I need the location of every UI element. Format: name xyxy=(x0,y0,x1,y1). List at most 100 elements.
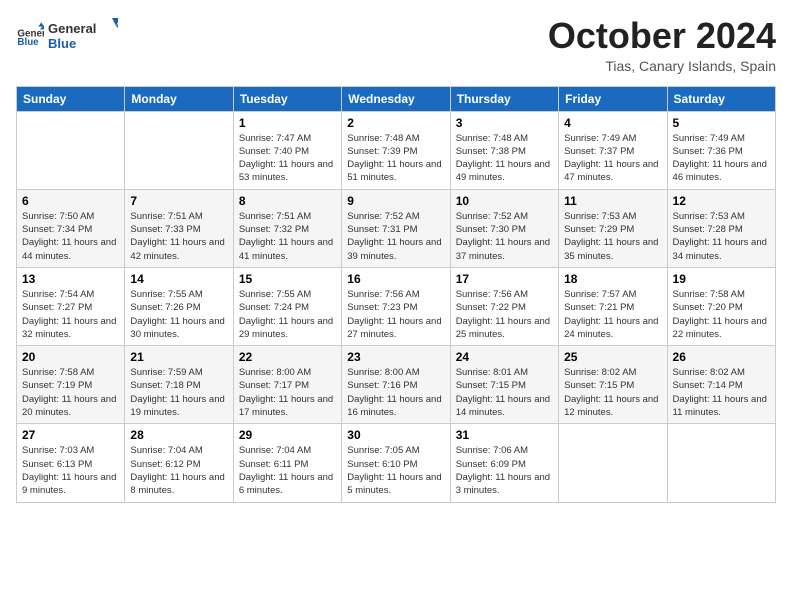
day-number: 5 xyxy=(673,116,770,130)
day-cell: 6Sunrise: 7:50 AMSunset: 7:34 PMDaylight… xyxy=(17,189,125,267)
logo-icon: General Blue xyxy=(16,21,44,49)
day-number: 19 xyxy=(673,272,770,286)
col-monday: Monday xyxy=(125,86,233,111)
day-cell xyxy=(559,424,667,502)
day-cell: 31 Sunrise: 7:06 AMSunset: 6:09 PMDayligh… xyxy=(450,424,558,502)
day-cell: 15 Sunrise: 7:55 AMSunset: 7:24 PMDayligh… xyxy=(233,267,341,345)
day-info: Sunrise: 7:04 AMSunset: 6:12 PMDaylight:… xyxy=(130,444,227,497)
week-row-3: 13 Sunrise: 7:54 AMSunset: 7:27 PMDayligh… xyxy=(17,267,776,345)
day-cell: 16 Sunrise: 7:56 AMSunset: 7:23 PMDayligh… xyxy=(342,267,450,345)
day-info: Sunrise: 7:52 AMSunset: 7:31 PMDaylight:… xyxy=(347,210,444,263)
day-info: Sunrise: 7:47 AMSunset: 7:40 PMDaylight:… xyxy=(239,132,336,185)
col-saturday: Saturday xyxy=(667,86,775,111)
day-number: 22 xyxy=(239,350,336,364)
day-cell: 12 Sunrise: 7:53 AMSunset: 7:28 PMDayligh… xyxy=(667,189,775,267)
day-cell: 7 Sunrise: 7:51 AMSunset: 7:33 PMDaylight… xyxy=(125,189,233,267)
day-number: 21 xyxy=(130,350,227,364)
day-cell xyxy=(667,424,775,502)
day-info: Sunrise: 8:01 AMSunset: 7:15 PMDaylight:… xyxy=(456,366,553,419)
col-friday: Friday xyxy=(559,86,667,111)
title-block: October 2024 Tias, Canary Islands, Spain xyxy=(548,16,776,74)
week-row-1: 1 Sunrise: 7:47 AMSunset: 7:40 PMDaylight… xyxy=(17,111,776,189)
day-number: 9 xyxy=(347,194,444,208)
day-info: Sunrise: 8:00 AMSunset: 7:16 PMDaylight:… xyxy=(347,366,444,419)
day-number: 28 xyxy=(130,428,227,442)
day-info: Sunrise: 7:48 AMSunset: 7:38 PMDaylight:… xyxy=(456,132,553,185)
day-cell: 27Sunrise: 7:03 AMSunset: 6:13 PMDayligh… xyxy=(17,424,125,502)
day-number: 11 xyxy=(564,194,661,208)
day-cell: 22 Sunrise: 8:00 AMSunset: 7:17 PMDayligh… xyxy=(233,346,341,424)
day-info: Sunrise: 7:04 AMSunset: 6:11 PMDaylight:… xyxy=(239,444,336,497)
day-cell: 24Sunrise: 8:01 AMSunset: 7:15 PMDayligh… xyxy=(450,346,558,424)
day-info: Sunrise: 8:00 AMSunset: 7:17 PMDaylight:… xyxy=(239,366,336,419)
day-cell: 20 Sunrise: 7:58 AMSunset: 7:19 PMDayligh… xyxy=(17,346,125,424)
day-cell: 14Sunrise: 7:55 AMSunset: 7:26 PMDayligh… xyxy=(125,267,233,345)
day-info: Sunrise: 7:57 AMSunset: 7:21 PMDaylight:… xyxy=(564,288,661,341)
day-number: 27 xyxy=(22,428,119,442)
day-info: Sunrise: 7:53 AMSunset: 7:29 PMDaylight:… xyxy=(564,210,661,263)
day-cell: 19 Sunrise: 7:58 AMSunset: 7:20 PMDayligh… xyxy=(667,267,775,345)
week-row-5: 27Sunrise: 7:03 AMSunset: 6:13 PMDayligh… xyxy=(17,424,776,502)
day-info: Sunrise: 7:51 AMSunset: 7:32 PMDaylight:… xyxy=(239,210,336,263)
day-number: 29 xyxy=(239,428,336,442)
svg-text:Blue: Blue xyxy=(48,36,76,51)
day-number: 20 xyxy=(22,350,119,364)
day-cell: 1 Sunrise: 7:47 AMSunset: 7:40 PMDaylight… xyxy=(233,111,341,189)
day-number: 3 xyxy=(456,116,553,130)
day-number: 10 xyxy=(456,194,553,208)
day-number: 17 xyxy=(456,272,553,286)
day-info: Sunrise: 7:53 AMSunset: 7:28 PMDaylight:… xyxy=(673,210,770,263)
day-info: Sunrise: 7:51 AMSunset: 7:33 PMDaylight:… xyxy=(130,210,227,263)
day-info: Sunrise: 7:05 AMSunset: 6:10 PMDaylight:… xyxy=(347,444,444,497)
day-cell xyxy=(17,111,125,189)
day-number: 16 xyxy=(347,272,444,286)
day-number: 4 xyxy=(564,116,661,130)
day-info: Sunrise: 7:54 AMSunset: 7:27 PMDaylight:… xyxy=(22,288,119,341)
day-info: Sunrise: 7:58 AMSunset: 7:20 PMDaylight:… xyxy=(673,288,770,341)
day-number: 18 xyxy=(564,272,661,286)
day-info: Sunrise: 7:59 AMSunset: 7:18 PMDaylight:… xyxy=(130,366,227,419)
day-info: Sunrise: 7:56 AMSunset: 7:22 PMDaylight:… xyxy=(456,288,553,341)
day-info: Sunrise: 8:02 AMSunset: 7:15 PMDaylight:… xyxy=(564,366,661,419)
day-info: Sunrise: 7:58 AMSunset: 7:19 PMDaylight:… xyxy=(22,366,119,419)
calendar-header-row: Sunday Monday Tuesday Wednesday Thursday… xyxy=(17,86,776,111)
day-number: 15 xyxy=(239,272,336,286)
day-cell: 26Sunrise: 8:02 AMSunset: 7:14 PMDayligh… xyxy=(667,346,775,424)
month-title: October 2024 xyxy=(548,16,776,56)
day-cell: 3 Sunrise: 7:48 AMSunset: 7:38 PMDaylight… xyxy=(450,111,558,189)
day-number: 12 xyxy=(673,194,770,208)
day-cell xyxy=(125,111,233,189)
day-number: 31 xyxy=(456,428,553,442)
day-number: 1 xyxy=(239,116,336,130)
day-info: Sunrise: 7:55 AMSunset: 7:26 PMDaylight:… xyxy=(130,288,227,341)
day-info: Sunrise: 7:49 AMSunset: 7:36 PMDaylight:… xyxy=(673,132,770,185)
day-cell: 18 Sunrise: 7:57 AMSunset: 7:21 PMDayligh… xyxy=(559,267,667,345)
day-info: Sunrise: 7:06 AMSunset: 6:09 PMDaylight:… xyxy=(456,444,553,497)
col-tuesday: Tuesday xyxy=(233,86,341,111)
day-number: 23 xyxy=(347,350,444,364)
day-info: Sunrise: 7:48 AMSunset: 7:39 PMDaylight:… xyxy=(347,132,444,185)
day-cell: 5 Sunrise: 7:49 AMSunset: 7:36 PMDaylight… xyxy=(667,111,775,189)
day-number: 6 xyxy=(22,194,119,208)
day-cell: 28 Sunrise: 7:04 AMSunset: 6:12 PMDayligh… xyxy=(125,424,233,502)
day-cell: 29 Sunrise: 7:04 AMSunset: 6:11 PMDayligh… xyxy=(233,424,341,502)
day-info: Sunrise: 7:55 AMSunset: 7:24 PMDaylight:… xyxy=(239,288,336,341)
day-cell: 9 Sunrise: 7:52 AMSunset: 7:31 PMDaylight… xyxy=(342,189,450,267)
week-row-4: 20 Sunrise: 7:58 AMSunset: 7:19 PMDayligh… xyxy=(17,346,776,424)
day-cell: 2 Sunrise: 7:48 AMSunset: 7:39 PMDaylight… xyxy=(342,111,450,189)
logo: General Blue General Blue xyxy=(16,16,118,54)
day-number: 2 xyxy=(347,116,444,130)
day-number: 25 xyxy=(564,350,661,364)
day-info: Sunrise: 8:02 AMSunset: 7:14 PMDaylight:… xyxy=(673,366,770,419)
day-info: Sunrise: 7:56 AMSunset: 7:23 PMDaylight:… xyxy=(347,288,444,341)
page-header: General Blue General Blue October 2024 T… xyxy=(16,16,776,74)
day-number: 13 xyxy=(22,272,119,286)
col-thursday: Thursday xyxy=(450,86,558,111)
day-number: 7 xyxy=(130,194,227,208)
day-info: Sunrise: 7:49 AMSunset: 7:37 PMDaylight:… xyxy=(564,132,661,185)
calendar-table: Sunday Monday Tuesday Wednesday Thursday… xyxy=(16,86,776,503)
day-cell: 10Sunrise: 7:52 AMSunset: 7:30 PMDayligh… xyxy=(450,189,558,267)
week-row-2: 6Sunrise: 7:50 AMSunset: 7:34 PMDaylight… xyxy=(17,189,776,267)
svg-text:Blue: Blue xyxy=(17,37,39,48)
day-cell: 23 Sunrise: 8:00 AMSunset: 7:16 PMDayligh… xyxy=(342,346,450,424)
